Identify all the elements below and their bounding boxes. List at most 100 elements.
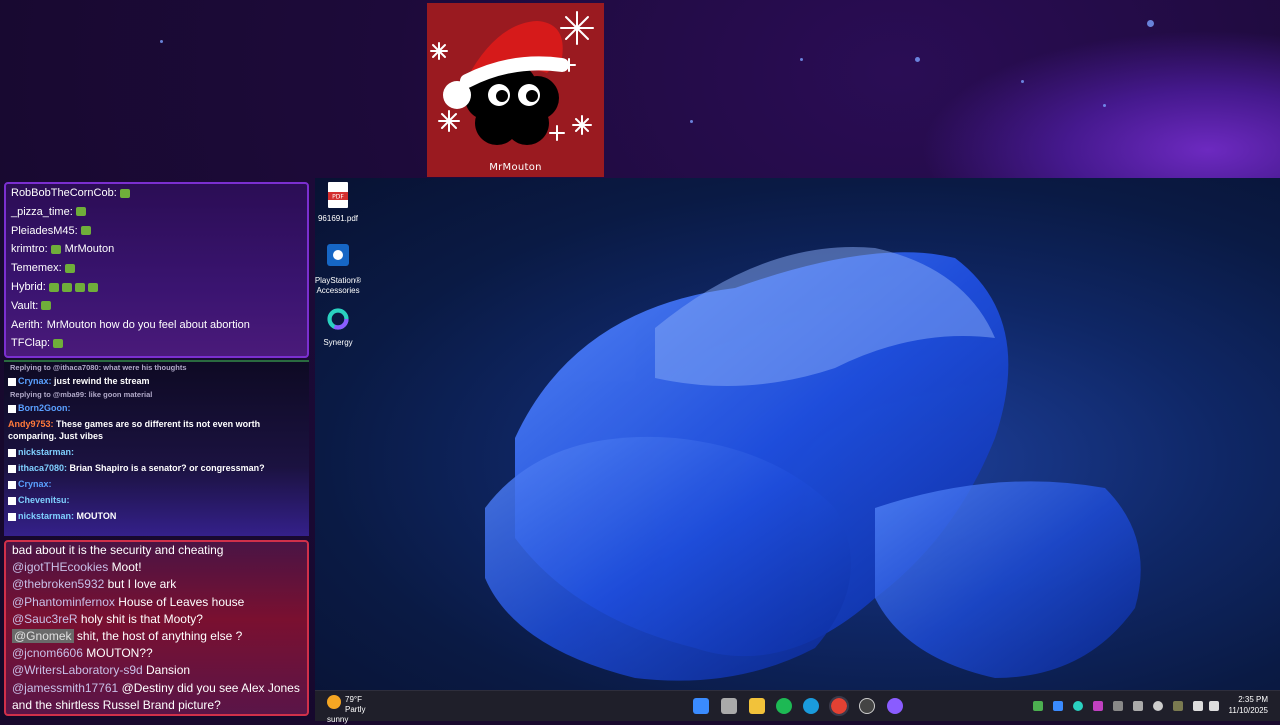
chat-message: TFClap: <box>6 334 307 353</box>
desktop-icon-synergy[interactable]: Synergy <box>315 306 363 348</box>
star <box>1147 20 1154 27</box>
desktop-icon-label: Synergy <box>323 338 353 347</box>
emote-icon <box>80 226 91 236</box>
platform-badge-icon <box>8 512 16 521</box>
windows-desktop[interactable]: PDF 961691.pdf PlayStation® Accessories … <box>315 178 1280 690</box>
chat-text: bad about it is the security and cheatin… <box>12 543 224 557</box>
chat-mention: @jcnom6606 <box>12 646 83 661</box>
chat-text: holy shit is that Mooty? <box>80 611 203 626</box>
reply-context: Replying to @mba99: like goon material <box>10 390 153 399</box>
chat-message: ithaca7080: Brian Shapiro is a senator? … <box>4 460 309 476</box>
edge-icon[interactable] <box>803 698 819 714</box>
chat-message: RobBobTheCornCob: <box>6 184 307 203</box>
emote-icon <box>64 263 75 273</box>
chat-username: Hybrid: <box>11 280 46 293</box>
chat-message: Vault: <box>6 297 307 316</box>
task-view-icon[interactable] <box>721 698 737 714</box>
pdf-file-icon: PDF <box>328 182 348 208</box>
emote-icon <box>61 282 72 292</box>
tray-icon[interactable] <box>1133 701 1143 711</box>
chat-message: @Phantominfernox House of Leaves house <box>6 594 307 611</box>
chat-message: Crynax: just rewind the stream <box>4 373 309 389</box>
chat-mention: @igotTHEcookies <box>12 560 109 575</box>
tray-icon[interactable] <box>1093 701 1103 711</box>
chat-message: Chevenitsu: <box>4 492 309 508</box>
star <box>1021 80 1024 83</box>
tray-icon[interactable] <box>1053 701 1063 711</box>
tray-icon[interactable] <box>1113 701 1123 711</box>
platform-badge-icon <box>8 404 16 413</box>
tray-icon[interactable] <box>1033 701 1043 711</box>
chat-username: _pizza_time: <box>11 205 73 218</box>
chat-message: Andy9753: These games are so different i… <box>8 419 261 441</box>
chat-username: Vault: <box>11 299 39 312</box>
emote-icon <box>119 188 130 198</box>
chat-message: Aerith: MrMouton how do you feel about ab… <box>6 316 307 335</box>
weather-widget[interactable]: 79°F Partly sunny <box>327 695 371 725</box>
chat-username: Tememex: <box>11 262 62 275</box>
chat-text: MOUTON?? <box>86 646 153 661</box>
emote-icon <box>87 282 98 292</box>
app-icon[interactable] <box>887 698 903 714</box>
platform-badge-icon <box>8 496 16 505</box>
webcam-username: MrMouton <box>489 162 542 173</box>
chat-message: nickstarman: MOUTON <box>4 508 309 524</box>
system-clock[interactable]: 2:35 PM 11/10/2025 <box>1229 694 1268 716</box>
star <box>800 58 803 61</box>
emote-icon <box>50 244 61 254</box>
chrome-icon[interactable] <box>829 696 849 716</box>
chat-message: Crynax: <box>4 476 309 492</box>
obs-icon[interactable] <box>859 698 875 714</box>
chat-mention: @thebroken5932 <box>12 577 105 592</box>
chat-message: Hybrid: <box>6 278 307 297</box>
file-explorer-icon[interactable] <box>749 698 765 714</box>
chat-username: Aerith: <box>11 318 43 331</box>
emote-icon <box>48 282 59 292</box>
star <box>690 120 693 123</box>
spotify-icon[interactable] <box>776 698 792 714</box>
chat-message: @thebroken5932 but I love ark <box>6 576 307 593</box>
chat-message: _pizza_time: <box>6 203 307 222</box>
chat-panel-twitch: RobBobTheCornCob: _pizza_time: PleiadesM45… <box>4 182 309 358</box>
chat-message: @WritersLaboratory-s9d Dansion <box>6 662 307 679</box>
emote-icon <box>53 338 64 348</box>
chat-text: MrMouton how do you feel about abortion <box>46 318 250 331</box>
chat-panel-kick: Replying to @ithaca7080: what were his t… <box>4 360 309 536</box>
playstation-accessories-icon <box>327 244 349 266</box>
network-icon[interactable] <box>1193 701 1203 711</box>
platform-badge-icon <box>8 480 16 489</box>
windows-start-icon[interactable] <box>693 698 709 714</box>
chat-message: @jcnom6606 MOUTON?? <box>6 645 307 662</box>
chat-text: Dansion <box>146 663 191 678</box>
desktop-icon-playstation-accessories[interactable]: PlayStation® Accessories <box>315 244 363 296</box>
chat-message: Tememex: <box>6 259 307 278</box>
chat-mention: @WritersLaboratory-s9d <box>12 663 143 678</box>
partly-sunny-icon <box>327 695 341 709</box>
sheep-mascot-icon <box>430 11 594 145</box>
chat-mention: @Sauc3reR <box>12 611 78 626</box>
chat-username: TFClap: <box>11 337 51 350</box>
tray-icon[interactable] <box>1153 701 1163 711</box>
chat-text: House of Leaves house <box>118 594 245 609</box>
chat-username: RobBobTheCornCob: <box>11 187 117 199</box>
chat-message: Born2Goon: <box>4 400 309 416</box>
chat-message: @jamessmith17761 @Destiny did you see Al… <box>6 680 307 714</box>
emote-icon <box>74 282 85 292</box>
purple-nebula <box>920 30 1280 180</box>
chat-message: krimtro: MrMouton <box>6 240 307 259</box>
chat-text: MrMouton <box>64 243 115 256</box>
chat-message: bad about it is the security and cheatin… <box>6 542 307 559</box>
star <box>160 40 163 43</box>
svg-text:PDF: PDF <box>332 194 344 201</box>
chat-mention: @Gnomek <box>12 629 74 644</box>
platform-badge-icon <box>8 377 16 386</box>
desktop-icon-label: 961691.pdf <box>317 214 359 223</box>
chat-username: krimtro: <box>11 243 48 256</box>
volume-icon[interactable] <box>1209 701 1219 711</box>
tray-icon[interactable] <box>1073 701 1083 711</box>
chat-text: shit, the host of anything else ? <box>76 629 243 644</box>
chat-mention: @jamessmith17761 <box>12 680 119 695</box>
synergy-icon <box>327 308 349 330</box>
tray-icon[interactable] <box>1173 701 1183 711</box>
desktop-icon-pdf[interactable]: PDF 961691.pdf <box>315 182 363 224</box>
